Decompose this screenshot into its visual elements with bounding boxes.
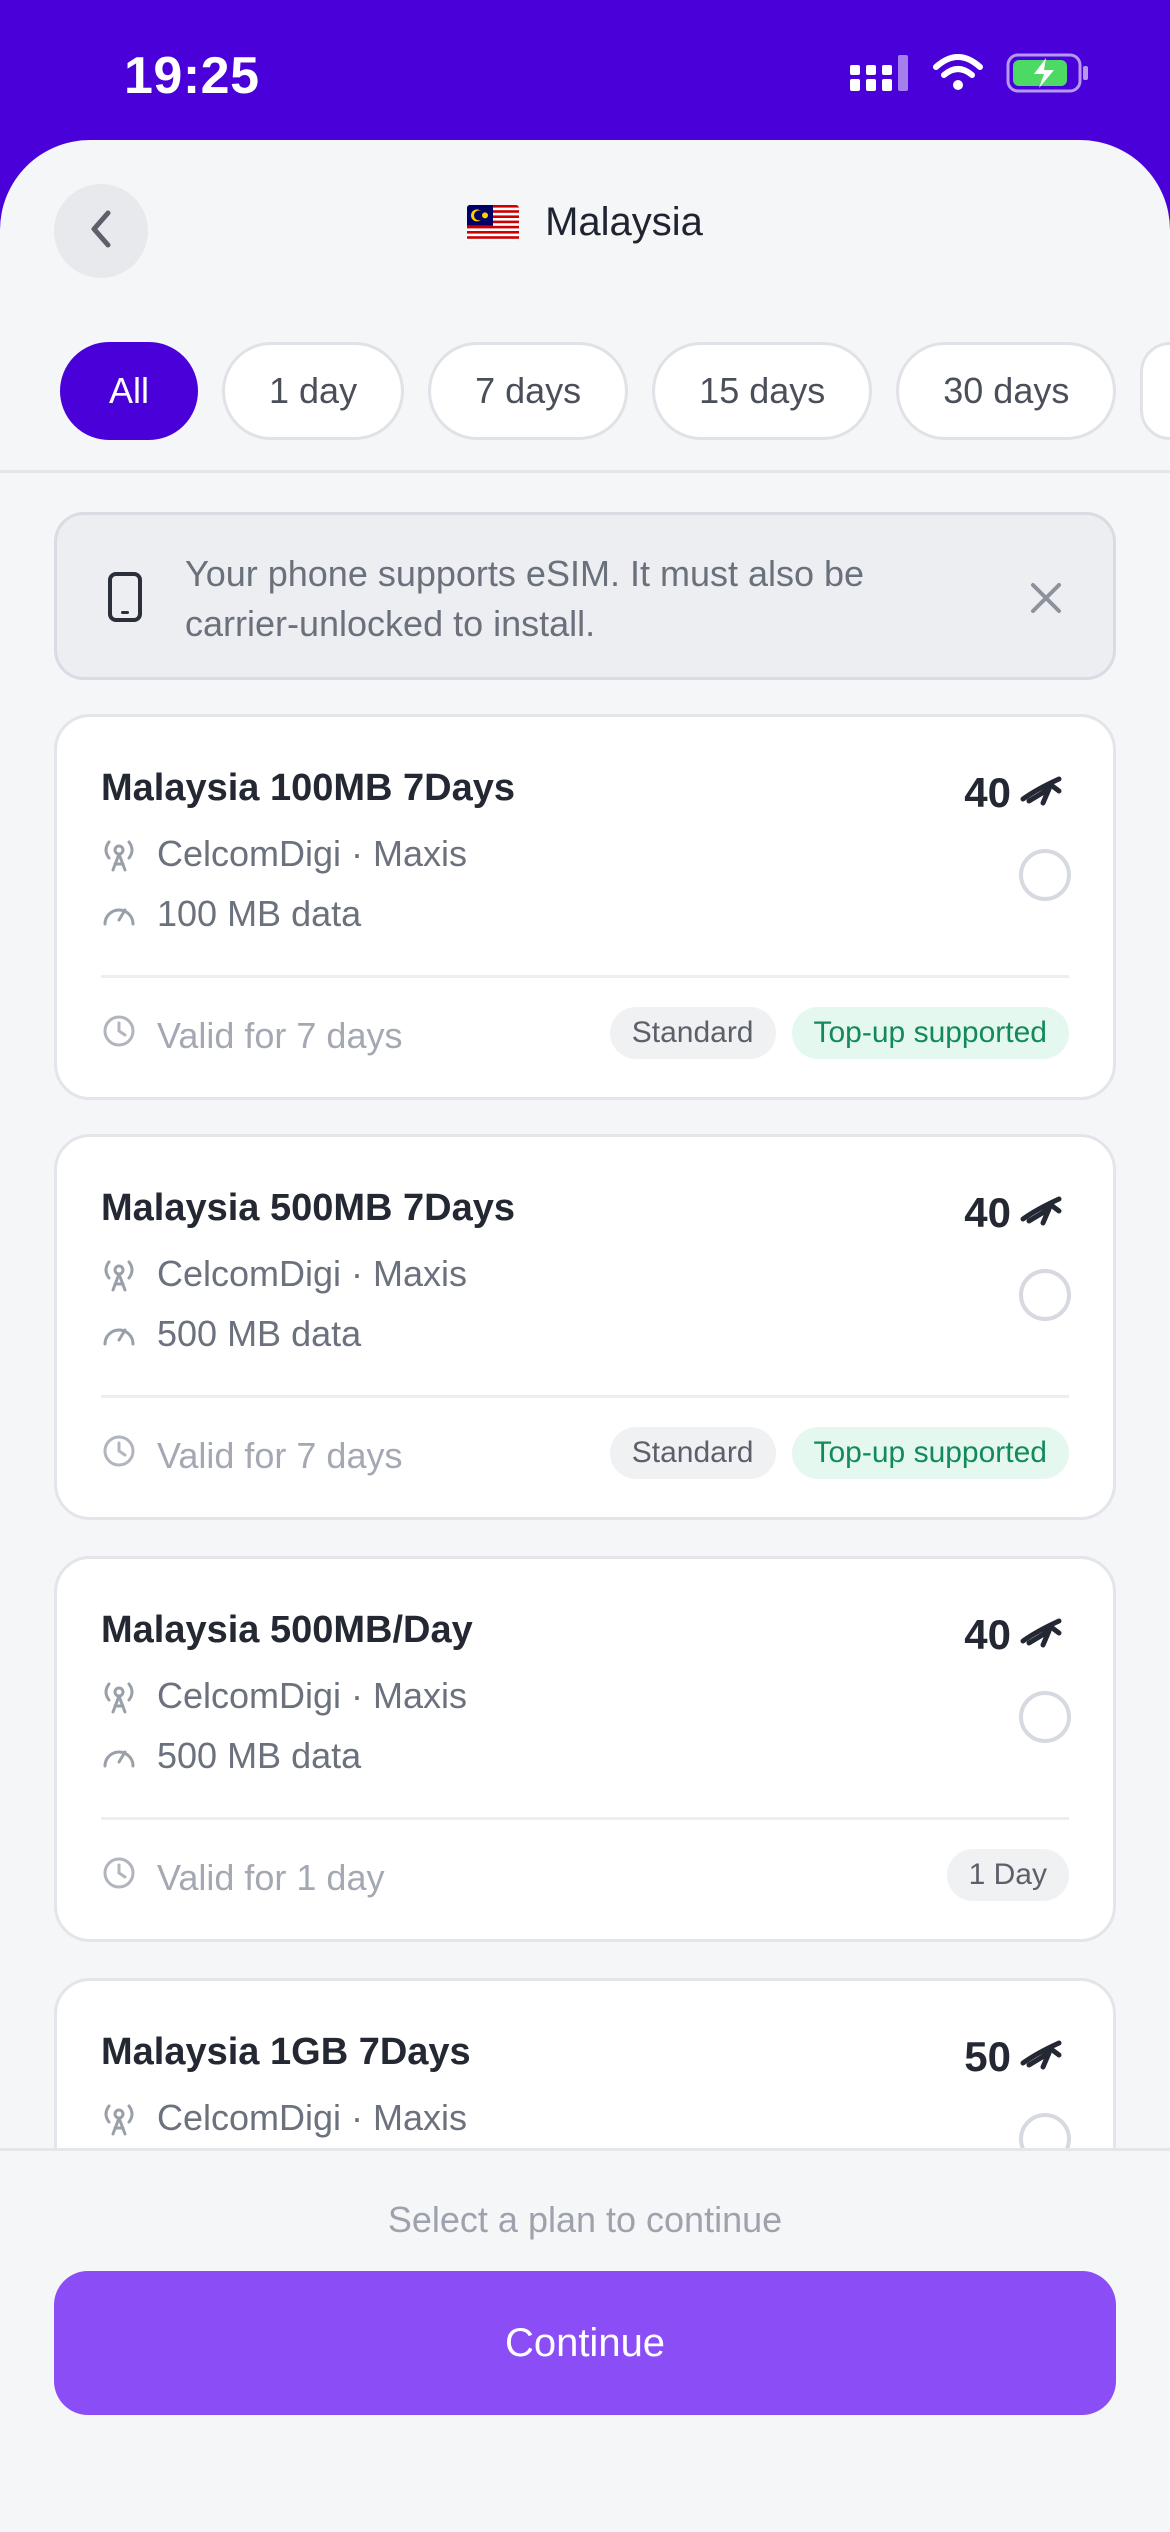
plan-name: Malaysia 100MB 7Days [101, 767, 516, 809]
esim-notice: Your phone supports eSIM. It must also b… [54, 512, 1116, 680]
close-icon[interactable] [1029, 581, 1063, 620]
clock-icon [101, 1855, 137, 1900]
operators-row: CelcomDigi · Maxis [101, 1675, 467, 1717]
status-icons [850, 52, 1090, 99]
bottom-bar: Select a plan to continue Continue [0, 2148, 1170, 2532]
antenna-icon [101, 836, 137, 872]
operators-row: CelcomDigi · Maxis [101, 833, 467, 875]
continue-button[interactable]: Continue [54, 2271, 1116, 2415]
data-text: 500 MB data [157, 1313, 362, 1354]
card-divider [101, 975, 1069, 978]
plan-name: Malaysia 500MB/Day [101, 1609, 473, 1651]
operators-row: CelcomDigi · Maxis [101, 1253, 467, 1295]
clock-icon [101, 1013, 137, 1058]
battery-icon [1006, 52, 1090, 99]
malaysia-flag-icon [467, 204, 520, 241]
validity-row: Valid for 1 day [101, 1855, 384, 1900]
validity-row: Valid for 7 days [101, 1013, 402, 1058]
tag-duration: 1 Day [946, 1849, 1069, 1901]
notice-text: Your phone supports eSIM. It must also b… [185, 553, 865, 644]
plan-price: 50 [964, 2033, 1063, 2081]
operators-text: CelcomDigi · Maxis [157, 1675, 468, 1716]
plan-card[interactable]: Malaysia 500MB 7Days 40 CelcomDigi · Max… [54, 1134, 1116, 1520]
plan-price: 40 [964, 769, 1063, 817]
status-bar: 19:25 [0, 0, 1170, 150]
tag-standard: Standard [609, 1427, 776, 1479]
validity-text: Valid for 7 days [157, 1434, 403, 1476]
data-row: 500 MB data [101, 1735, 361, 1777]
select-plan-hint: Select a plan to continue [387, 2199, 783, 2240]
antenna-icon [101, 1256, 137, 1292]
header: Malaysia [0, 140, 1170, 320]
validity-row: Valid for 7 days [101, 1433, 402, 1478]
antenna-icon [101, 1678, 137, 1714]
plan-price: 40 [964, 1611, 1063, 1659]
phone-icon [107, 571, 143, 628]
clock-icon [101, 1433, 137, 1478]
data-text: 500 MB data [157, 1735, 362, 1776]
validity-text: Valid for 1 day [157, 1856, 385, 1898]
operators-row: CelcomDigi · Maxis [101, 2097, 467, 2139]
page-title: Malaysia [545, 200, 703, 244]
chip-all[interactable]: All [60, 342, 199, 440]
plan-card[interactable]: Malaysia 500MB/Day 40 CelcomDigi · Maxis… [54, 1556, 1116, 1942]
title-wrap: Malaysia [0, 200, 1170, 245]
chip-more[interactable] [1140, 342, 1170, 440]
plan-tags: Standard Top-up supported [609, 1427, 1069, 1479]
plan-radio[interactable] [1019, 1269, 1071, 1321]
plans-sheet: Malaysia All 1 day 7 days 15 days 30 day… [0, 140, 1170, 2532]
plan-price: 40 [964, 1189, 1063, 1237]
chip-15-days[interactable]: 15 days [652, 342, 873, 440]
price-value: 40 [964, 1189, 1011, 1236]
plan-radio[interactable] [1019, 849, 1071, 901]
data-row: 500 MB data [101, 1313, 361, 1355]
plan-tags: 1 Day [946, 1849, 1069, 1901]
plan-name: Malaysia 1GB 7Days [101, 2031, 471, 2073]
price-value: 40 [964, 769, 1011, 816]
data-row: 100 MB data [101, 893, 361, 935]
operators-text: CelcomDigi · Maxis [157, 1253, 468, 1294]
currency-icon [1019, 771, 1063, 816]
card-divider [101, 1817, 1069, 1820]
plan-radio[interactable] [1019, 1691, 1071, 1743]
operators-text: CelcomDigi · Maxis [157, 833, 468, 874]
price-value: 40 [964, 1611, 1011, 1658]
gauge-icon [101, 1738, 137, 1774]
filter-divider [0, 470, 1170, 473]
chip-7-days[interactable]: 7 days [428, 342, 629, 440]
validity-text: Valid for 7 days [157, 1014, 403, 1056]
operators-text: CelcomDigi · Maxis [157, 2097, 468, 2138]
currency-icon [1019, 2035, 1063, 2080]
gauge-icon [101, 896, 137, 932]
tag-topup: Top-up supported [791, 1007, 1069, 1059]
chip-1-day[interactable]: 1 day [222, 342, 405, 440]
currency-icon [1019, 1191, 1063, 1236]
antenna-icon [101, 2100, 137, 2136]
tag-standard: Standard [609, 1007, 776, 1059]
plan-tags: Standard Top-up supported [609, 1007, 1069, 1059]
duration-filter-chips: All 1 day 7 days 15 days 30 days [60, 342, 1170, 440]
signal-icon [850, 53, 910, 98]
card-divider [101, 1395, 1069, 1398]
currency-icon [1019, 1613, 1063, 1658]
plan-name: Malaysia 500MB 7Days [101, 1187, 516, 1229]
data-text: 100 MB data [157, 893, 362, 934]
tag-topup: Top-up supported [791, 1427, 1069, 1479]
status-time: 19:25 [124, 47, 260, 105]
gauge-icon [101, 1316, 137, 1352]
price-value: 50 [964, 2033, 1011, 2080]
plan-card[interactable]: Malaysia 100MB 7Days 40 CelcomDigi · Max… [54, 714, 1116, 1100]
chip-30-days[interactable]: 30 days [896, 342, 1117, 440]
wifi-icon [932, 53, 984, 98]
